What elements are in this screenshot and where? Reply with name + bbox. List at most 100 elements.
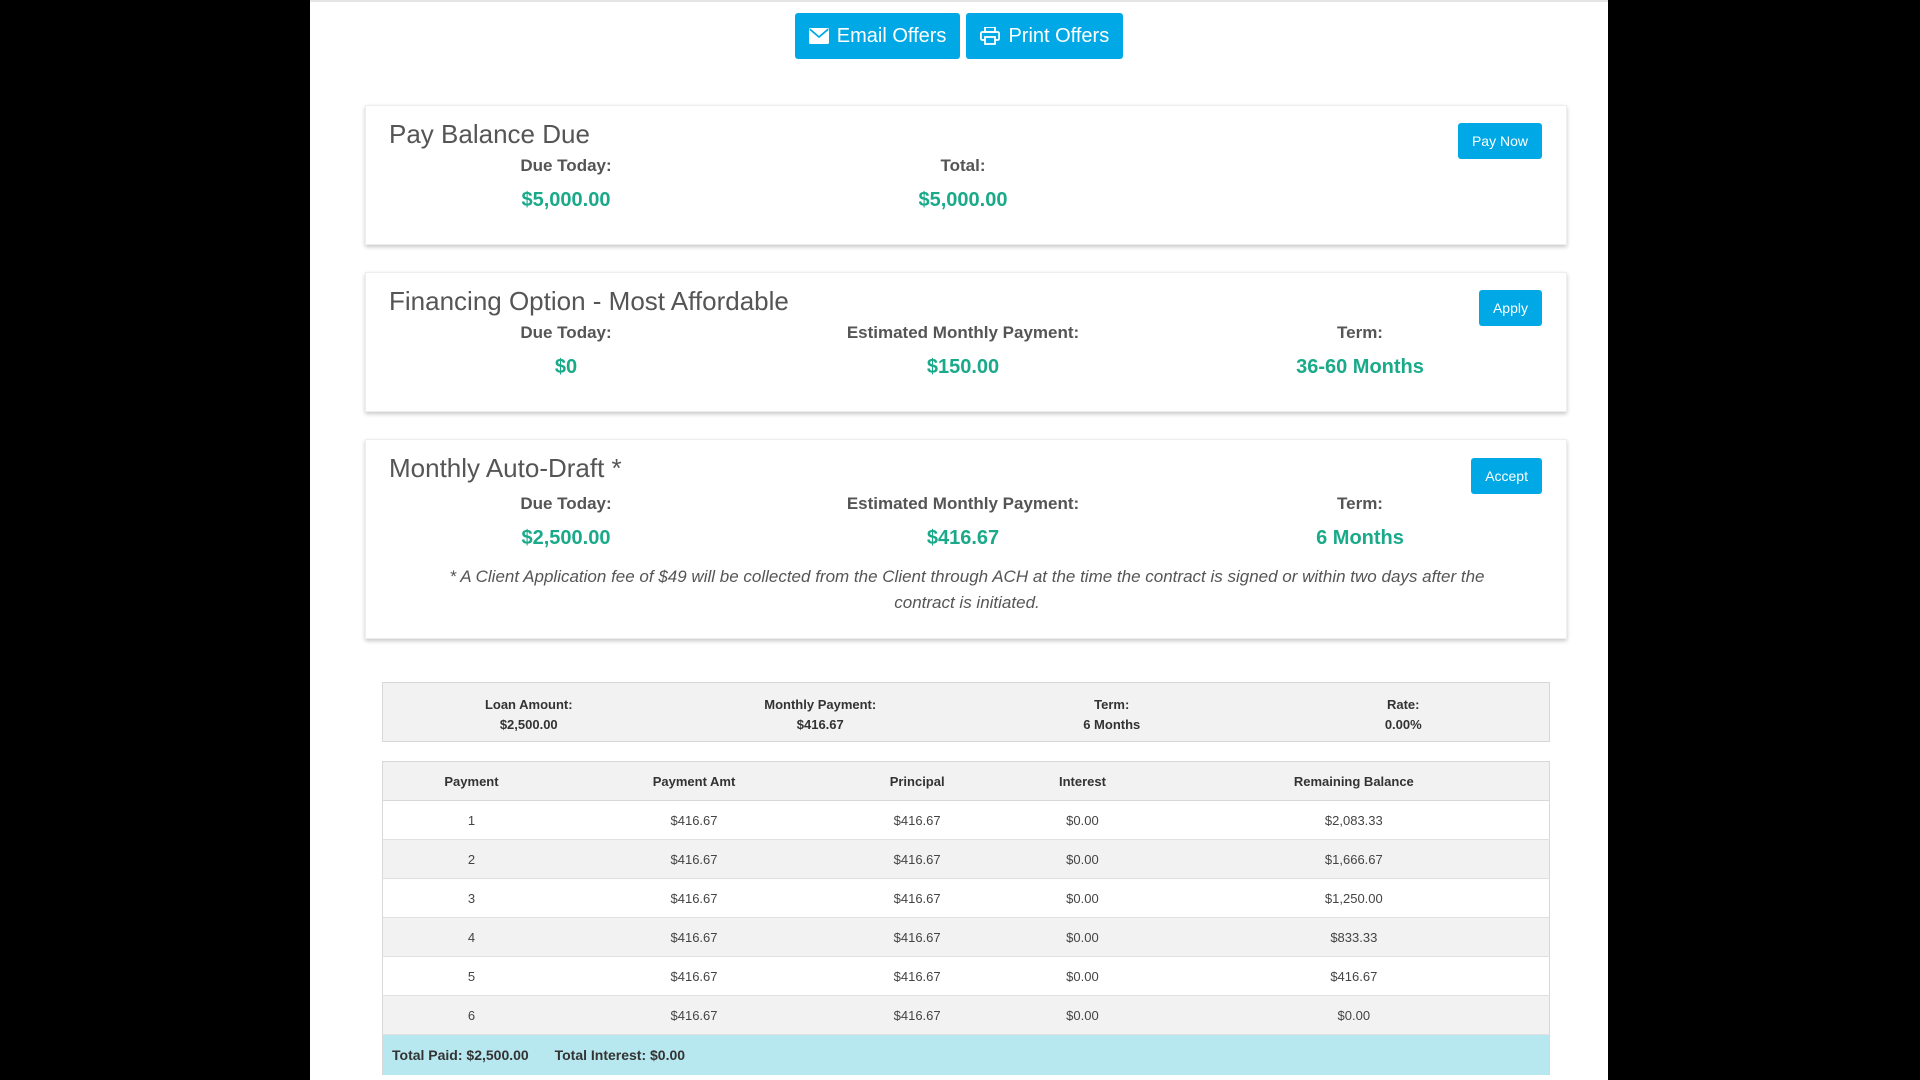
- total-paid: Total Paid: $2,500.00: [392, 1046, 529, 1063]
- table-cell: 1: [382, 800, 560, 840]
- email-offers-button[interactable]: Email Offers: [794, 13, 961, 59]
- table-cell: $416.67: [560, 995, 829, 1035]
- total-metric: Total: $5,000.00: [783, 156, 1143, 212]
- monthly-payment-metric: Estimated Monthly Payment: $150.00: [783, 323, 1143, 379]
- table-cell: $0.00: [1006, 995, 1159, 1035]
- table-cell: $416.67: [560, 839, 829, 879]
- loan-term: Term: 6 Months: [966, 683, 1258, 741]
- due-today-metric: Due Today: $0: [386, 323, 746, 379]
- card-title: Pay Balance Due: [389, 119, 590, 149]
- term-metric: Term: 36-60 Months: [1180, 323, 1540, 379]
- metric-label: Estimated Monthly Payment:: [846, 323, 1080, 342]
- table-cell: $0.00: [1158, 995, 1550, 1035]
- metric-value: $5,000.00: [918, 189, 1008, 211]
- table-cell: 6: [382, 995, 560, 1035]
- totals-row: Total Paid: $2,500.00 Total Interest: $0…: [382, 1034, 1550, 1075]
- metric-value: $5,000.00: [521, 189, 611, 211]
- table-cell: $416.67: [560, 878, 829, 918]
- metric-value: $0: [554, 356, 578, 378]
- metric-value: 36-60 Months: [1296, 356, 1424, 378]
- monthly-payment-metric: Estimated Monthly Payment: $416.67: [783, 494, 1143, 550]
- apply-button[interactable]: Apply: [1478, 290, 1542, 326]
- table-cell: $416.67: [1158, 956, 1550, 996]
- column-header: Payment: [382, 761, 560, 801]
- due-today-metric: Due Today: $2,500.00: [386, 494, 746, 550]
- print-offers-label: Print Offers: [1008, 24, 1110, 47]
- table-cell: $416.67: [828, 878, 1007, 918]
- total-interest: Total Interest: $0.00: [554, 1046, 686, 1063]
- pay-balance-due-card: Pay Balance Due Pay Now Due Today: $5,00…: [365, 105, 1567, 245]
- application-fee-note: * A Client Application fee of $49 will b…: [449, 567, 1485, 612]
- printer-icon: [980, 27, 1001, 45]
- column-header: Principal: [828, 761, 1007, 801]
- financing-option-card: Financing Option - Most Affordable Apply…: [365, 272, 1567, 412]
- table-row: 5 $416.67 $416.67 $0.00 $416.67: [382, 956, 1550, 996]
- table-cell: 4: [382, 917, 560, 957]
- envelope-icon: [808, 28, 829, 44]
- table-row: 3 $416.67 $416.67 $0.00 $1,250.00: [382, 878, 1550, 918]
- due-today-metric: Due Today: $5,000.00: [386, 156, 746, 212]
- metric-label: Due Today:: [520, 323, 612, 342]
- metric-value: $150.00: [926, 356, 1000, 378]
- term-metric: Term: 6 Months: [1180, 494, 1540, 550]
- table-cell: $1,666.67: [1158, 839, 1550, 879]
- table-row: 6 $416.67 $416.67 $0.00 $0.00: [382, 995, 1550, 1035]
- table-cell: $416.67: [828, 995, 1007, 1035]
- metric-value: $2,500.00: [521, 527, 611, 549]
- table-cell: 5: [382, 956, 560, 996]
- table-cell: $416.67: [828, 917, 1007, 957]
- column-header: Interest: [1006, 761, 1159, 801]
- totals-cell: Total Paid: $2,500.00 Total Interest: $0…: [382, 1034, 1550, 1075]
- metric-label: Due Today:: [520, 494, 612, 513]
- loan-rate: Rate: 0.00%: [1258, 683, 1550, 741]
- table-row: 4 $416.67 $416.67 $0.00 $833.33: [382, 917, 1550, 957]
- metric-label: Due Today:: [520, 156, 612, 175]
- table-cell: $416.67: [560, 956, 829, 996]
- summary-value: 6 Months: [1083, 717, 1141, 732]
- table-cell: $0.00: [1006, 917, 1159, 957]
- table-row: 2 $416.67 $416.67 $0.00 $1,666.67: [382, 839, 1550, 879]
- amortization-table: Payment Payment Amt Principal Interest R…: [382, 761, 1550, 1075]
- metric-value: 6 Months: [1316, 527, 1404, 549]
- table-cell: $416.67: [828, 800, 1007, 840]
- summary-label: Term:: [1094, 697, 1130, 712]
- metric-label: Term:: [1337, 323, 1383, 342]
- monthly-auto-draft-card: Monthly Auto-Draft * Accept Due Today: $…: [365, 439, 1567, 639]
- table-cell: $416.67: [560, 800, 829, 840]
- metric-value: $416.67: [926, 527, 1000, 549]
- table-cell: $833.33: [1158, 917, 1550, 957]
- card-title: Monthly Auto-Draft *: [389, 453, 622, 483]
- table-header-row: Payment Payment Amt Principal Interest R…: [382, 761, 1550, 801]
- summary-label: Monthly Payment:: [764, 697, 877, 712]
- email-offers-label: Email Offers: [836, 24, 947, 47]
- column-header: Remaining Balance: [1158, 761, 1550, 801]
- table-cell: $416.67: [828, 956, 1007, 996]
- table-cell: 2: [382, 839, 560, 879]
- table-cell: $416.67: [560, 917, 829, 957]
- monthly-payment: Monthly Payment: $416.67: [675, 683, 967, 741]
- loan-summary: Loan Amount: $2,500.00 Monthly Payment: …: [382, 682, 1550, 742]
- summary-value: $2,500.00: [499, 717, 558, 732]
- accept-button[interactable]: Accept: [1471, 458, 1542, 494]
- table-cell: $0.00: [1006, 878, 1159, 918]
- summary-label: Loan Amount:: [484, 697, 573, 712]
- table-cell: $0.00: [1006, 956, 1159, 996]
- table-cell: $2,083.33: [1158, 800, 1550, 840]
- summary-value: 0.00%: [1384, 717, 1422, 732]
- pay-now-button[interactable]: Pay Now: [1457, 123, 1542, 159]
- loan-amount: Loan Amount: $2,500.00: [383, 683, 675, 741]
- table-cell: 3: [382, 878, 560, 918]
- table-cell: $0.00: [1006, 800, 1159, 840]
- card-title: Financing Option - Most Affordable: [389, 286, 789, 316]
- metric-label: Term:: [1337, 494, 1383, 513]
- print-offers-button[interactable]: Print Offers: [966, 13, 1124, 59]
- summary-label: Rate:: [1386, 697, 1420, 712]
- column-header: Payment Amt: [560, 761, 829, 801]
- table-row: 1 $416.67 $416.67 $0.00 $2,083.33: [382, 800, 1550, 840]
- offers-page: Email Offers Print Offers Pay Balance Du…: [310, 0, 1608, 1080]
- summary-value: $416.67: [796, 717, 844, 732]
- table-cell: $1,250.00: [1158, 878, 1550, 918]
- metric-label: Estimated Monthly Payment:: [846, 494, 1080, 513]
- table-cell: $416.67: [828, 839, 1007, 879]
- table-cell: $0.00: [1006, 839, 1159, 879]
